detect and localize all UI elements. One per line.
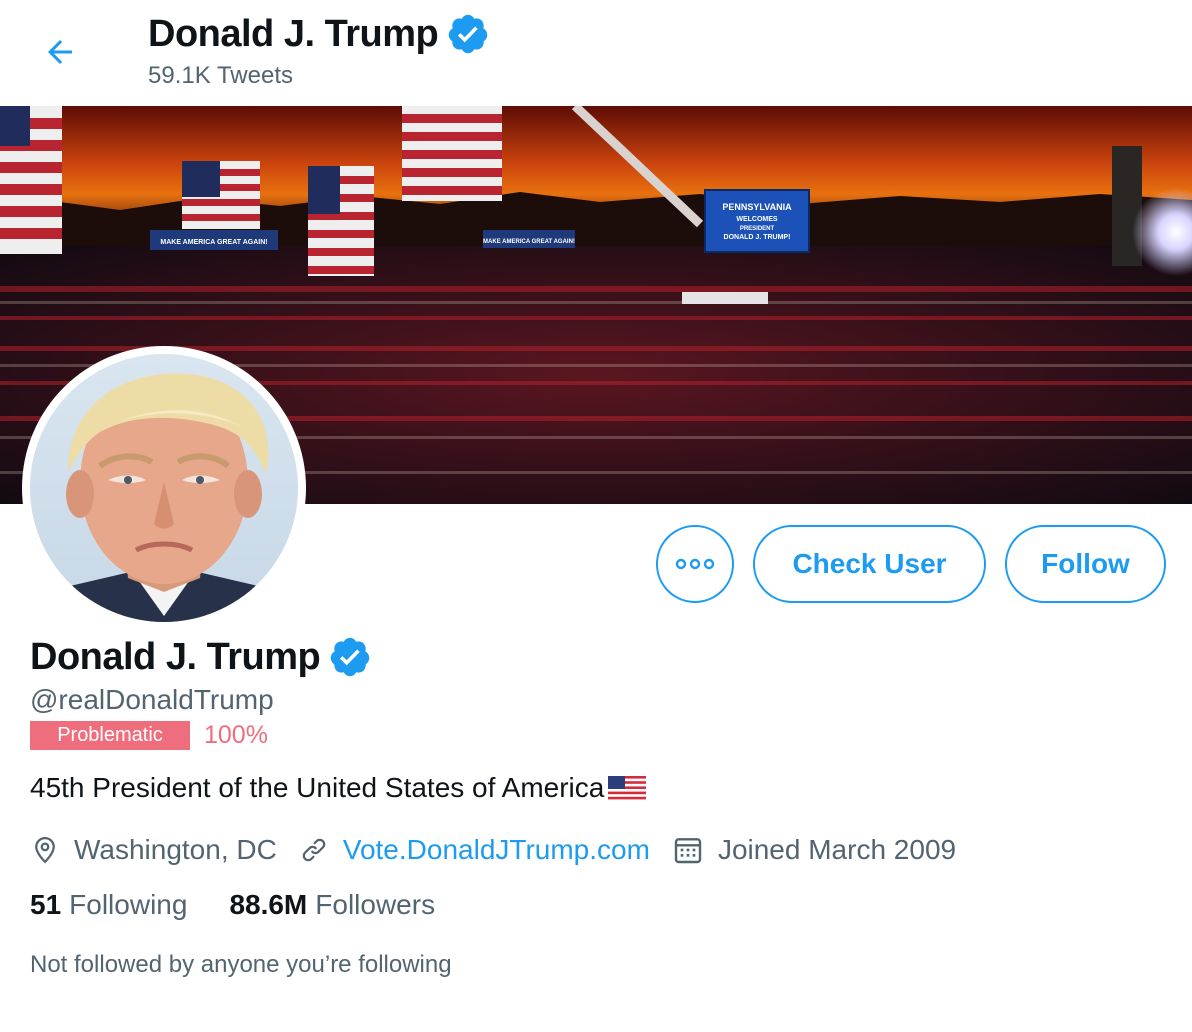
profile-avatar[interactable] — [22, 346, 306, 630]
more-options-button[interactable] — [656, 525, 734, 603]
followed-by-note: Not followed by anyone you’re following — [30, 951, 452, 978]
joined-item: Joined March 2009 — [672, 834, 956, 866]
us-flag-emoji-icon — [608, 776, 647, 800]
flag-left-edge — [0, 106, 62, 254]
followers-link[interactable]: 88.6M Followers — [229, 889, 435, 921]
arrow-left-icon — [48, 40, 72, 64]
profile-bio: 45th President of the United States of A… — [30, 772, 647, 804]
bio-text: 45th President of the United States of A… — [30, 772, 605, 803]
following-label: Following — [69, 889, 188, 920]
verified-badge-icon — [330, 637, 370, 677]
calendar-icon — [674, 838, 702, 864]
link-icon — [302, 838, 326, 862]
screen-line-3: PRESIDENT — [740, 226, 775, 232]
followers-count: 88.6M — [229, 889, 308, 920]
follow-button[interactable]: Follow — [1005, 525, 1166, 603]
website-item[interactable]: Vote.DonaldJTrump.com — [299, 834, 650, 866]
banner-sign-right: MAKE AMERICA GREAT AGAIN! — [483, 239, 575, 245]
profile-header-bar: Donald J. Trump 59.1K Tweets — [0, 0, 1192, 106]
location-text: Washington, DC — [74, 834, 277, 865]
screen-line-2: WELCOMES — [736, 216, 778, 223]
profile-name: Donald J. Trump — [30, 635, 321, 678]
follow-stats: 51 Following 88.6M Followers — [30, 889, 477, 921]
back-button[interactable] — [30, 22, 90, 82]
header-title: Donald J. Trump — [148, 12, 490, 56]
followers-label: Followers — [315, 889, 436, 920]
check-user-button[interactable]: Check User — [753, 525, 986, 603]
tweet-count: 59.1K Tweets — [148, 62, 293, 89]
verified-badge-icon — [448, 14, 488, 54]
problematic-badge: Problematic — [30, 721, 190, 750]
profile-handle: @realDonaldTrump — [30, 684, 274, 715]
problematic-rating: Problematic 100% — [30, 721, 268, 750]
problematic-percent: 100% — [204, 721, 268, 749]
location-item: Washington, DC — [30, 834, 277, 866]
banner-sign-left: MAKE AMERICA GREAT AGAIN! — [160, 239, 267, 246]
location-pin-icon — [35, 836, 55, 864]
header-name: Donald J. Trump — [148, 12, 439, 55]
more-dots-icon — [675, 558, 715, 570]
screen-line-1: PENNSYLVANIA — [722, 202, 792, 212]
website-link[interactable]: Vote.DonaldJTrump.com — [343, 834, 650, 866]
screen-line-4: DONALD J. TRUMP! — [724, 234, 791, 241]
avatar-image — [30, 354, 298, 622]
following-link[interactable]: 51 Following — [30, 889, 187, 921]
profile-name-row: Donald J. Trump — [30, 635, 372, 679]
following-count: 51 — [30, 889, 62, 920]
profile-meta: Washington, DC Vote.DonaldJTrump.com Joi… — [30, 828, 978, 872]
joined-text: Joined March 2009 — [717, 834, 957, 865]
